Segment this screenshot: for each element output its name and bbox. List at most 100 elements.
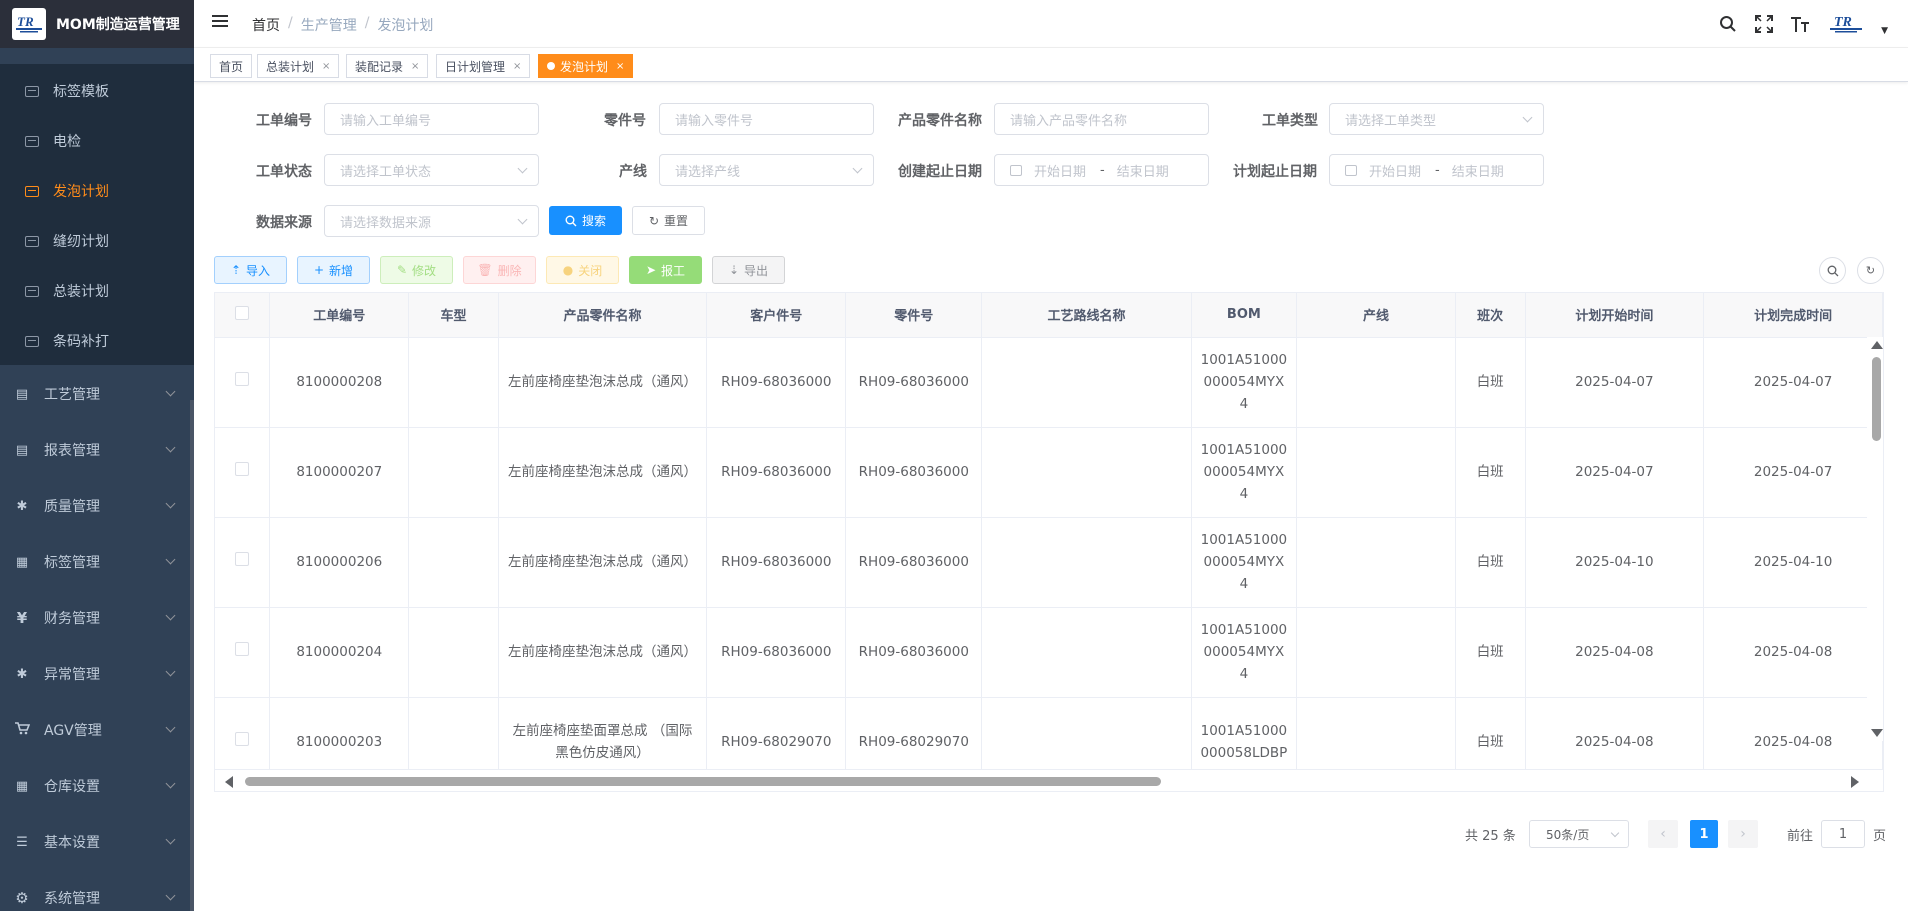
sidebar-item-reports[interactable]: ▤ 报表管理 [0, 422, 194, 478]
sidebar-item-label: 仓库设置 [44, 779, 100, 795]
current-page-button[interactable]: 1 [1690, 820, 1718, 848]
route-cell [981, 607, 1192, 698]
sidebar-subitem-sewing-plan[interactable]: 缝纫计划 [0, 216, 194, 266]
toggle-search-button[interactable] [1819, 257, 1846, 284]
tag-label: 装配记录 [355, 59, 404, 74]
scroll-right-icon[interactable] [1851, 776, 1859, 788]
sidebar-subitem-assembly-plan[interactable]: 总装计划 [0, 266, 194, 316]
report-button[interactable]: ➤ 报工 [629, 256, 702, 284]
product-name-placeholder: 请输入产品零件名称 [1010, 113, 1128, 129]
product-name-input[interactable]: 请输入产品零件名称 [994, 103, 1209, 135]
sidebar-logo[interactable]: TR MOM制造运营管理 [0, 0, 194, 48]
table-row[interactable]: 8100000207 左前座椅座垫泡沫总成（通风） RH09-68036000 … [215, 427, 1883, 518]
close-icon[interactable]: × [513, 61, 521, 72]
export-button[interactable]: ⇣ 导出 [712, 256, 785, 284]
row-checkbox[interactable] [235, 552, 250, 566]
sidebar-item-finance[interactable]: ¥ 财务管理 [0, 590, 194, 646]
plan-date-start[interactable]: 开始日期 [1369, 161, 1421, 180]
table-row[interactable]: 8100000206 左前座椅座垫泡沫总成（通风） RH09-68036000 … [215, 517, 1883, 608]
sidebar-item-process[interactable]: ▤ 工艺管理 [0, 366, 194, 422]
close-button[interactable]: ● 关闭 [546, 256, 619, 284]
row-checkbox[interactable] [235, 462, 250, 476]
close-icon[interactable]: × [322, 61, 330, 72]
delete-button[interactable]: 🗑 删除 [463, 256, 536, 284]
add-button[interactable]: + 新增 [297, 256, 370, 284]
tag-assembly-record[interactable]: 装配记录 × [346, 54, 429, 78]
table-horizontal-scrollbar[interactable] [215, 769, 1883, 791]
monitor-icon: ▤ [15, 386, 29, 402]
close-icon[interactable]: × [411, 61, 419, 72]
breadcrumb-home[interactable]: 首页 [252, 15, 280, 35]
svg-text:TR: TR [1834, 15, 1852, 30]
create-date-range[interactable]: 开始日期 - 结束日期 [994, 154, 1209, 186]
table-row[interactable]: 8100000208 左前座椅座垫泡沫总成（通风） RH09-68036000 … [215, 337, 1883, 428]
sidebar-item-exceptions[interactable]: ✱ 异常管理 [0, 646, 194, 702]
tag-home[interactable]: 首页 [210, 54, 253, 78]
font-size-icon[interactable] [1789, 13, 1811, 35]
tag-foaming-plan[interactable]: 发泡计划 × [538, 54, 634, 78]
plus-icon: + [313, 263, 325, 277]
table-row[interactable]: 8100000204 左前座椅座垫泡沫总成（通风） RH09-68036000 … [215, 607, 1883, 698]
search-icon[interactable] [1717, 13, 1739, 35]
order-status-select[interactable]: 请选择工单状态 [324, 154, 539, 186]
sidebar-item-warehouse[interactable]: ▦ 仓库设置 [0, 758, 194, 814]
search-button[interactable]: 搜索 [549, 206, 622, 235]
sidebar-subitem-label-template[interactable]: 标签模板 [0, 66, 194, 116]
refresh-button[interactable]: ↻ [1857, 257, 1884, 284]
sidebar-subitem-label: 发泡计划 [53, 184, 109, 200]
next-page-button[interactable]: › [1728, 820, 1758, 848]
row-checkbox[interactable] [235, 642, 250, 656]
avatar[interactable]: TR [1825, 10, 1867, 38]
scroll-left-icon[interactable] [225, 776, 233, 788]
tag-daily-plan[interactable]: 日计划管理 × [436, 54, 531, 78]
caret-down-icon[interactable]: ▼ [1881, 26, 1888, 36]
breadcrumb-production[interactable]: 生产管理 [301, 15, 357, 35]
create-date-start[interactable]: 开始日期 [1034, 161, 1086, 180]
order-type-select[interactable]: 请选择工单类型 [1329, 103, 1544, 135]
chevron-down-icon [165, 498, 176, 509]
goto-page-input[interactable]: 1 [1821, 820, 1866, 848]
part-no-input[interactable]: 请输入零件号 [659, 103, 874, 135]
plan-date-range[interactable]: 开始日期 - 结束日期 [1329, 154, 1544, 186]
scroll-down-icon[interactable] [1871, 729, 1883, 737]
edit-button[interactable]: ✎ 修改 [380, 256, 453, 284]
chevron-down-icon [1610, 828, 1620, 838]
fullscreen-icon[interactable] [1753, 13, 1775, 35]
scroll-thumb[interactable] [245, 777, 1161, 786]
edit-button-label: 修改 [412, 263, 437, 278]
yen-icon: ¥ [16, 609, 28, 627]
scroll-up-icon[interactable] [1871, 341, 1883, 349]
reset-button[interactable]: ↻ 重置 [632, 206, 705, 235]
line-select[interactable]: 请选择产线 [659, 154, 874, 186]
sidebar-item-labels[interactable]: ▦ 标签管理 [0, 534, 194, 590]
sidebar-item-agv[interactable]: AGV管理 [0, 702, 194, 758]
sidebar-item-quality[interactable]: ✱ 质量管理 [0, 478, 194, 534]
search-button-label: 搜索 [581, 214, 606, 228]
sidebar-subitem-barcode-reprint[interactable]: 条码补打 [0, 316, 194, 366]
create-date-end[interactable]: 结束日期 [1117, 161, 1169, 180]
sidebar-item-label: 质量管理 [44, 499, 100, 515]
sidebar-scrollbar[interactable] [190, 400, 194, 911]
order-no-input[interactable]: 请输入工单编号 [324, 103, 539, 135]
sidebar-subitem-electrical-test[interactable]: 电检 [0, 116, 194, 166]
sidebar-item-basic-settings[interactable]: ☰ 基本设置 [0, 814, 194, 870]
table-vertical-scrollbar[interactable] [1867, 337, 1883, 741]
shift-cell: 白班 [1455, 427, 1526, 518]
row-checkbox[interactable] [235, 372, 250, 386]
source-select[interactable]: 请选择数据来源 [324, 205, 539, 237]
bom-cell: 1001A51000000054MYX4 [1191, 337, 1298, 428]
import-button[interactable]: ⇡ 导入 [214, 256, 287, 284]
scroll-thumb[interactable] [1872, 357, 1881, 441]
plan-date-end[interactable]: 结束日期 [1452, 161, 1504, 180]
column-header: 班次 [1455, 293, 1526, 338]
tag-assembly-plan[interactable]: 总装计划 × [257, 54, 340, 78]
select-all-checkbox[interactable] [235, 305, 250, 320]
prev-page-button[interactable]: ‹ [1648, 820, 1678, 848]
row-checkbox[interactable] [235, 732, 250, 746]
refresh-icon: ↻ [648, 213, 660, 228]
page-size-select[interactable]: 50条/页 [1529, 820, 1629, 848]
sidebar-subitem-foaming-plan[interactable]: 发泡计划 [0, 166, 194, 216]
sidebar-item-system[interactable]: ⚙ 系统管理 [0, 870, 194, 911]
hamburger-icon[interactable] [212, 15, 228, 29]
close-icon[interactable]: × [616, 61, 624, 72]
